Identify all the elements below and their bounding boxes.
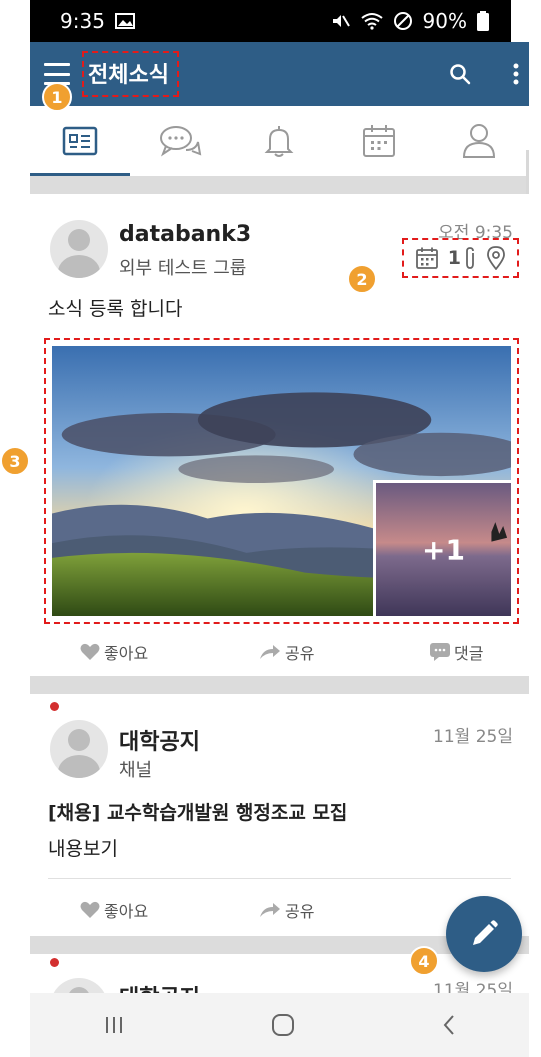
- mute-icon: [332, 15, 350, 27]
- divider: [48, 878, 511, 879]
- comment-label: 댓글: [454, 644, 484, 663]
- more-images-thumbnail[interactable]: +1: [373, 480, 511, 616]
- share-button[interactable]: 공유: [259, 640, 314, 664]
- compose-button[interactable]: [446, 896, 522, 972]
- like-button[interactable]: 좋아요: [80, 640, 148, 664]
- comment-icon: [430, 643, 450, 661]
- like-button[interactable]: 좋아요: [80, 898, 148, 922]
- pencil-icon: [473, 920, 498, 945]
- annotation-badge: 2: [347, 264, 377, 294]
- like-label: 좋아요: [104, 902, 149, 921]
- calendar-icon: [415, 247, 438, 269]
- post-text: 소식 등록 합니다: [48, 298, 183, 320]
- share-button[interactable]: 공유: [259, 898, 314, 922]
- post-card[interactable]: databank3 외부 테스트 그룹 오전 9:35 1 소식 등록 합니다: [30, 194, 529, 672]
- share-label: 공유: [285, 644, 315, 663]
- status-bar: 9:35 90%: [30, 0, 511, 42]
- share-arrow-icon: [260, 645, 280, 659]
- tab-notifications[interactable]: [230, 106, 330, 176]
- paperclip-icon: [466, 247, 474, 269]
- post-group: 외부 테스트 그룹: [119, 258, 247, 279]
- dnd-icon: [393, 12, 412, 30]
- wifi-icon: [360, 13, 383, 30]
- calendar-icon: [363, 125, 396, 157]
- search-icon[interactable]: [449, 63, 471, 85]
- post-meta-icons: 1: [401, 238, 519, 278]
- recent-apps-icon[interactable]: [103, 1015, 125, 1035]
- annotation-badge: 4: [409, 946, 439, 976]
- unread-dot: [50, 702, 59, 711]
- page-title: 전체소식: [82, 51, 179, 97]
- avatar[interactable]: [50, 220, 108, 278]
- chat-icon: [159, 126, 201, 157]
- avatar[interactable]: [50, 720, 108, 778]
- system-nav-bar: [30, 993, 529, 1057]
- post-title[interactable]: [채용] 교수학습개발원 행정조교 모집: [48, 798, 347, 825]
- post-time: 11월 25일: [433, 981, 513, 994]
- comment-button[interactable]: 댓글: [430, 640, 483, 664]
- post-author[interactable]: databank3: [119, 222, 251, 247]
- post-author[interactable]: 대학공지: [119, 980, 200, 994]
- post-author[interactable]: 대학공지: [119, 724, 200, 756]
- heart-icon: [80, 901, 100, 918]
- more-images-count: +1: [422, 533, 465, 566]
- user-icon: [463, 124, 496, 158]
- heart-icon: [80, 643, 100, 660]
- battery-level: 90%: [422, 9, 467, 33]
- share-arrow-icon: [260, 903, 280, 917]
- tab-profile[interactable]: [429, 106, 529, 176]
- more-vert-icon[interactable]: [513, 63, 519, 85]
- app-bar: 전체소식: [30, 42, 529, 106]
- tab-feed[interactable]: [30, 106, 130, 176]
- avatar[interactable]: [50, 978, 108, 994]
- view-content-link[interactable]: 내용보기: [48, 834, 118, 861]
- home-icon[interactable]: [271, 1013, 295, 1037]
- tab-calendar[interactable]: [329, 106, 429, 176]
- post-time: 11월 25일: [433, 727, 513, 747]
- unread-dot: [50, 958, 59, 967]
- post-card[interactable]: 대학공지 11월 25일: [30, 954, 529, 994]
- annotation-badge: 1: [42, 82, 72, 112]
- share-label: 공유: [285, 902, 315, 921]
- gallery-icon: [114, 13, 135, 29]
- bell-icon: [265, 126, 294, 157]
- annotation-badge: 3: [0, 446, 30, 476]
- attachment-count: 1: [447, 247, 461, 269]
- location-pin-icon: [487, 246, 505, 270]
- feed-icon: [62, 126, 98, 156]
- section-gap: [30, 176, 529, 194]
- tab-chat[interactable]: [130, 106, 230, 176]
- status-time: 9:35: [60, 9, 105, 33]
- post-group: 채널: [119, 760, 153, 781]
- section-gap: [30, 676, 529, 694]
- post-card[interactable]: 대학공지 채널 11월 25일 [채용] 교수학습개발원 행정조교 모집 내용보…: [30, 694, 529, 936]
- battery-icon: [477, 11, 489, 31]
- post-image-gallery[interactable]: +1: [44, 338, 519, 624]
- like-label: 좋아요: [104, 644, 149, 663]
- tab-bar: [30, 106, 529, 176]
- back-icon[interactable]: [442, 1014, 456, 1036]
